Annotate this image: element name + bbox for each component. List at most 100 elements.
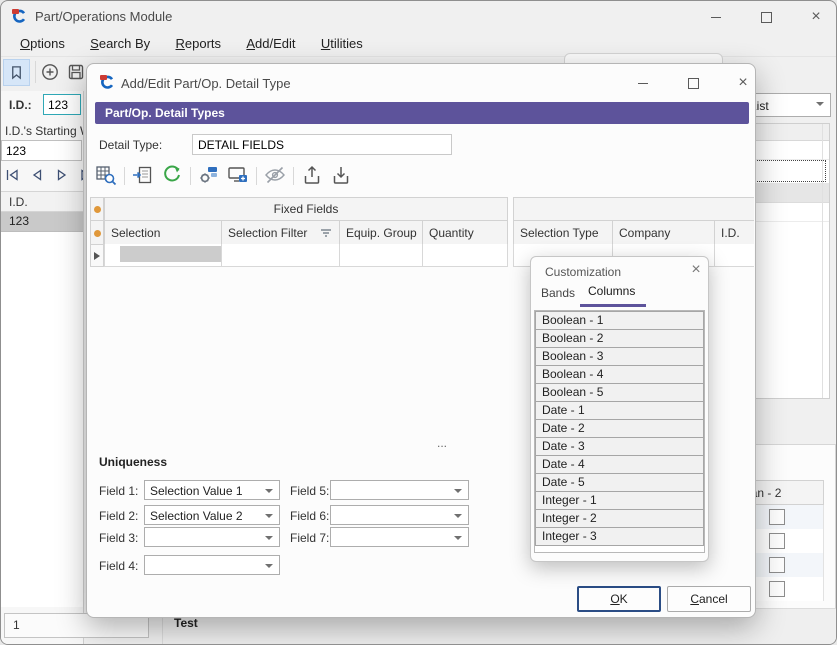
menu-options[interactable]: Options bbox=[9, 31, 76, 57]
menu-reports[interactable]: Reports bbox=[165, 31, 233, 57]
column-selection[interactable]: Selection bbox=[104, 220, 222, 245]
id-label: I.D.: bbox=[9, 98, 32, 112]
customization-column-item[interactable]: Date - 2 bbox=[535, 419, 704, 438]
dialog-icon bbox=[99, 74, 115, 90]
menu-add-edit[interactable]: Add/Edit bbox=[235, 31, 306, 57]
band-fixed-label: Fixed Fields bbox=[274, 202, 339, 216]
field2-combo[interactable]: Selection Value 2 bbox=[144, 505, 280, 525]
nav-first-button[interactable] bbox=[4, 167, 20, 183]
checkbox[interactable] bbox=[769, 581, 785, 597]
filter-icon[interactable] bbox=[320, 227, 332, 239]
column-label: I.D. bbox=[721, 226, 740, 240]
export-button[interactable] bbox=[301, 164, 323, 189]
customization-column-item[interactable]: Integer - 3 bbox=[535, 527, 704, 546]
customization-column-item[interactable]: Integer - 1 bbox=[535, 491, 704, 510]
tab-bands[interactable]: Bands bbox=[541, 286, 575, 300]
cancel-accel: C bbox=[690, 592, 699, 606]
dialog-minimize-button[interactable] bbox=[630, 73, 656, 93]
column-selection-filter[interactable]: Selection Filter bbox=[221, 220, 340, 245]
import-record-button[interactable] bbox=[132, 164, 154, 189]
id-input[interactable] bbox=[43, 94, 81, 115]
detail-type-input[interactable] bbox=[192, 134, 452, 155]
eye-slash-icon bbox=[264, 164, 286, 186]
menu-search-by[interactable]: Search By bbox=[79, 31, 161, 57]
nav-last-button[interactable] bbox=[79, 167, 84, 183]
checkbox[interactable] bbox=[769, 557, 785, 573]
field5-combo[interactable] bbox=[330, 480, 469, 500]
customization-column-item[interactable]: Date - 4 bbox=[535, 455, 704, 474]
grid-cell-selection[interactable] bbox=[104, 244, 222, 267]
nav-prev-button[interactable] bbox=[29, 167, 45, 183]
row-indicator-cell bbox=[90, 220, 104, 245]
grid-search-icon bbox=[95, 164, 117, 186]
customization-column-item[interactable]: Boolean - 1 bbox=[535, 311, 704, 330]
add-view-button[interactable] bbox=[227, 164, 249, 189]
column-quantity[interactable]: Quantity bbox=[422, 220, 508, 245]
refresh-button[interactable] bbox=[161, 164, 183, 189]
nav-next-button[interactable] bbox=[54, 167, 70, 183]
customization-column-item[interactable]: Boolean - 5 bbox=[535, 383, 704, 402]
grid-cell-selection-filter[interactable] bbox=[221, 244, 340, 267]
cancel-button[interactable]: Cancel bbox=[667, 586, 751, 612]
field7-combo[interactable] bbox=[330, 527, 469, 547]
row-indicator-cell bbox=[90, 244, 104, 267]
bookmark-button[interactable] bbox=[3, 59, 30, 86]
close-button[interactable] bbox=[803, 7, 829, 27]
grid-search-button[interactable] bbox=[95, 164, 117, 189]
field6-label: Field 6: bbox=[290, 509, 329, 523]
customization-column-item[interactable]: Date - 3 bbox=[535, 437, 704, 456]
minimize-button[interactable] bbox=[703, 7, 729, 27]
dialog-toolbar bbox=[95, 164, 352, 188]
maximize-button[interactable] bbox=[753, 7, 779, 27]
menu-accel: U bbox=[321, 36, 330, 51]
customization-column-item[interactable]: Date - 5 bbox=[535, 473, 704, 492]
grid-cell-id[interactable] bbox=[714, 244, 754, 267]
column-label: Quantity bbox=[429, 226, 474, 240]
field3-combo[interactable] bbox=[144, 527, 280, 547]
menu-accel: S bbox=[90, 36, 99, 51]
customization-column-item[interactable]: Integer - 2 bbox=[535, 509, 704, 528]
hide-button[interactable] bbox=[264, 164, 286, 189]
menu-utilities[interactable]: Utilities bbox=[310, 31, 374, 57]
customization-column-item[interactable]: Boolean - 2 bbox=[535, 329, 704, 348]
band-fixed-fields[interactable]: Fixed Fields bbox=[104, 197, 508, 221]
customization-column-item[interactable]: Boolean - 3 bbox=[535, 347, 704, 366]
test-cell[interactable]: Test bbox=[174, 616, 198, 630]
id-grid-body bbox=[1, 232, 83, 607]
ok-rest: K bbox=[620, 592, 628, 606]
grid-cell-quantity[interactable] bbox=[422, 244, 508, 267]
dialog-close-button[interactable] bbox=[730, 73, 756, 93]
customize-columns-button[interactable] bbox=[198, 164, 220, 189]
checkbox[interactable] bbox=[769, 509, 785, 525]
menu-rest: eports bbox=[185, 36, 221, 51]
save-icon bbox=[66, 62, 86, 82]
field4-combo[interactable] bbox=[144, 555, 280, 575]
id-grid-row-selected[interactable]: 123 bbox=[1, 212, 83, 232]
field6-combo[interactable] bbox=[330, 505, 469, 525]
customization-close-button[interactable] bbox=[688, 262, 704, 278]
menu-rest: earch By bbox=[99, 36, 150, 51]
ellipsis-text: ... bbox=[437, 436, 447, 450]
ok-button[interactable]: OK bbox=[577, 586, 661, 612]
customization-column-item[interactable]: Boolean - 4 bbox=[535, 365, 704, 384]
customization-column-item[interactable]: Date - 1 bbox=[535, 401, 704, 420]
field5-label: Field 5: bbox=[290, 484, 329, 498]
tab-columns[interactable]: Columns bbox=[588, 284, 635, 298]
detail-type-label: Detail Type: bbox=[99, 138, 162, 152]
checkbox[interactable] bbox=[769, 533, 785, 549]
starting-with-input[interactable] bbox=[1, 140, 82, 161]
id-column-header-label: I.D. bbox=[9, 195, 28, 209]
column-selection-type[interactable]: Selection Type bbox=[513, 220, 613, 245]
import-button[interactable] bbox=[330, 164, 352, 189]
field1-combo[interactable]: Selection Value 1 bbox=[144, 480, 280, 500]
id-column-header[interactable]: I.D. bbox=[1, 191, 83, 212]
column-equip-group[interactable]: Equip. Group bbox=[339, 220, 423, 245]
save-button[interactable] bbox=[66, 62, 86, 82]
grid-cell-equip-group[interactable] bbox=[339, 244, 423, 267]
dialog-maximize-button[interactable] bbox=[680, 73, 706, 93]
column-company[interactable]: Company bbox=[612, 220, 715, 245]
column-id[interactable]: I.D. bbox=[714, 220, 754, 245]
band-nonfixed-fields[interactable]: Non-Fixed Fields bbox=[513, 197, 754, 221]
add-record-button[interactable] bbox=[40, 62, 60, 82]
add-circle-icon bbox=[40, 62, 60, 82]
